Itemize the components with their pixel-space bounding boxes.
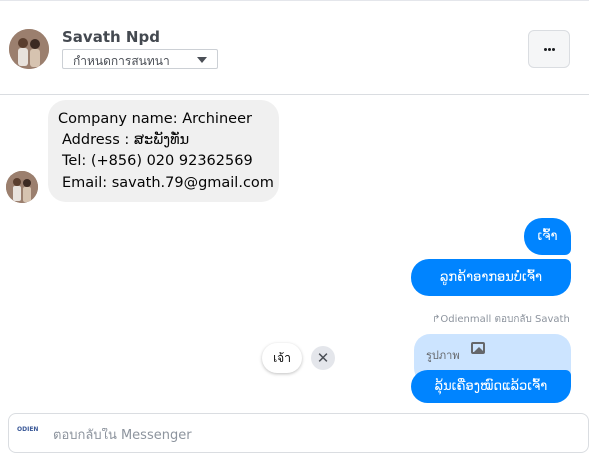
more-options-button[interactable] [528,30,570,68]
reply-input[interactable] [53,428,453,443]
message-line: Tel: (+856) 020 92362569 [62,153,253,169]
manage-conversation-dropdown[interactable]: กำหนดการสนทนา [62,49,218,69]
outgoing-message-bubble[interactable]: ລູກຄ້າອາກອນບໍ່ເຈົ້າ [411,259,571,296]
reply-indicator: ↱Odienmall ตอบกลับ Savath [432,312,570,327]
more-horizontal-icon-dot [552,48,555,51]
outgoing-message-bubble[interactable]: ເຈົ້າ [524,218,571,255]
avatar-photo-icon [6,171,38,203]
message-line: Company name: Archineer [58,111,252,127]
manage-conversation-label: กำหนดการสนทนา [73,54,170,68]
quoted-text: รูปภาพ [426,349,460,362]
message-composer: ODIEN [8,413,589,453]
contact-avatar[interactable] [9,29,49,69]
reply-meta-text: Odienmall ตอบกลับ Savath [440,314,570,325]
image-icon [471,342,485,354]
page-logo: ODIEN [17,426,39,433]
more-horizontal-icon [544,48,547,51]
caret-down-icon [197,57,207,63]
incoming-message-bubble[interactable]: Company name: Archineer Address : ສະພັງທ… [48,100,279,202]
message-line: Address : ສະພັງທັ່ນ [62,132,190,148]
close-icon[interactable]: ✕ [311,346,335,370]
quick-reply-chip[interactable]: เจ้า [262,343,302,373]
more-horizontal-icon-dot [548,48,551,51]
image-icon-mountain [474,347,484,352]
avatar-photo-icon [9,29,49,69]
outgoing-message-bubble[interactable]: ລຸ້ນເຄື່ອງໝົດແລ້ວເຈົ້າ [411,370,571,403]
conversation-header: Savath Npd กำหนดการสนทนา [0,1,589,95]
sender-avatar[interactable] [6,171,38,203]
contact-name[interactable]: Savath Npd [62,28,160,46]
message-line: Email: savath.79@gmail.com [62,175,274,191]
